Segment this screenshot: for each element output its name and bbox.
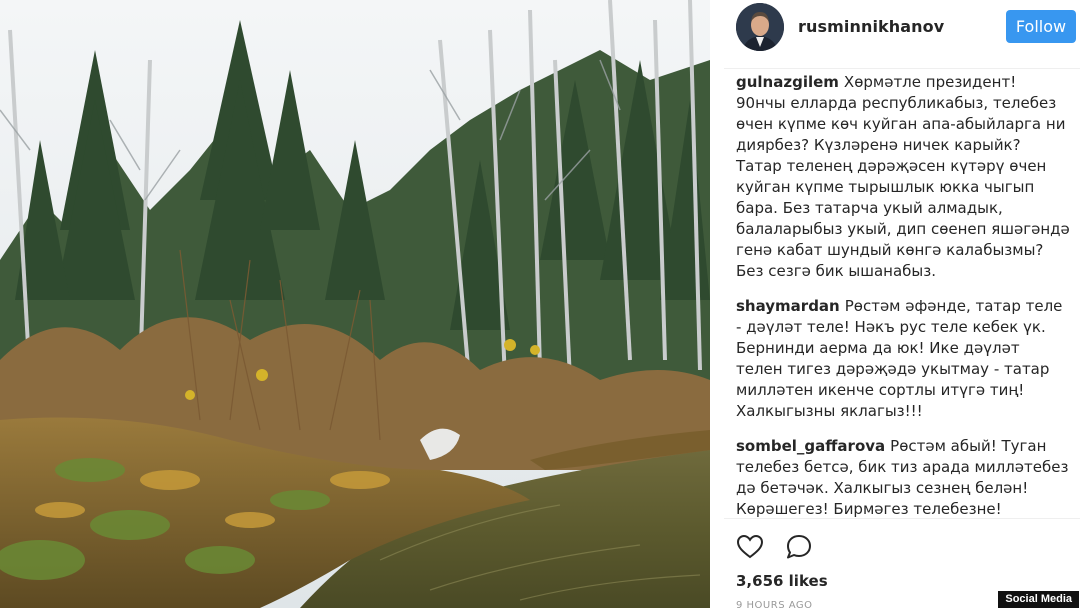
profile-portrait: [736, 3, 784, 51]
post-header: rusminnikhanov Follow: [710, 0, 1080, 55]
likes-count[interactable]: 3,656 likes: [736, 572, 828, 590]
heart-outline-icon[interactable]: [736, 533, 764, 561]
comment-author[interactable]: gulnazgilem: [736, 73, 839, 91]
comment: shaymardan Рөстәм әфәнде, татар теле - дә…: [736, 296, 1070, 422]
post-timestamp: 9 HOURS AGO: [736, 600, 813, 608]
comment-author[interactable]: sombel_gaffarova: [736, 437, 885, 455]
instagram-post-screenshot: rusminnikhanov Follow gulnazgilem Хөрмәтл…: [0, 0, 1080, 608]
post-details-panel: rusminnikhanov Follow gulnazgilem Хөрмәтл…: [710, 0, 1080, 608]
comment-text: Рөстәм әфәнде, татар теле - дәүләт теле!…: [736, 297, 1063, 420]
comment-author[interactable]: shaymardan: [736, 297, 840, 315]
actions-divider: [724, 518, 1080, 519]
comment: sombel_gaffarova Рөстәм абый! Туган телеб…: [736, 436, 1070, 520]
comment-text: Хөрмәтле президент! 90нчы елларда респуб…: [736, 73, 1070, 280]
post-actions: [736, 533, 829, 563]
source-watermark: Social Media: [998, 591, 1079, 608]
header-divider: [724, 68, 1080, 69]
comment: gulnazgilem Хөрмәтле президент! 90нчы елл…: [736, 72, 1070, 282]
speech-bubble-icon[interactable]: [785, 533, 813, 561]
username[interactable]: rusminnikhanov: [798, 17, 944, 36]
comments-list: gulnazgilem Хөрмәтле президент! 90нчы елл…: [736, 72, 1070, 534]
post-photo: [0, 0, 710, 608]
avatar[interactable]: [736, 3, 784, 51]
forest-river-photo: [0, 0, 710, 608]
follow-button[interactable]: Follow: [1006, 10, 1076, 43]
